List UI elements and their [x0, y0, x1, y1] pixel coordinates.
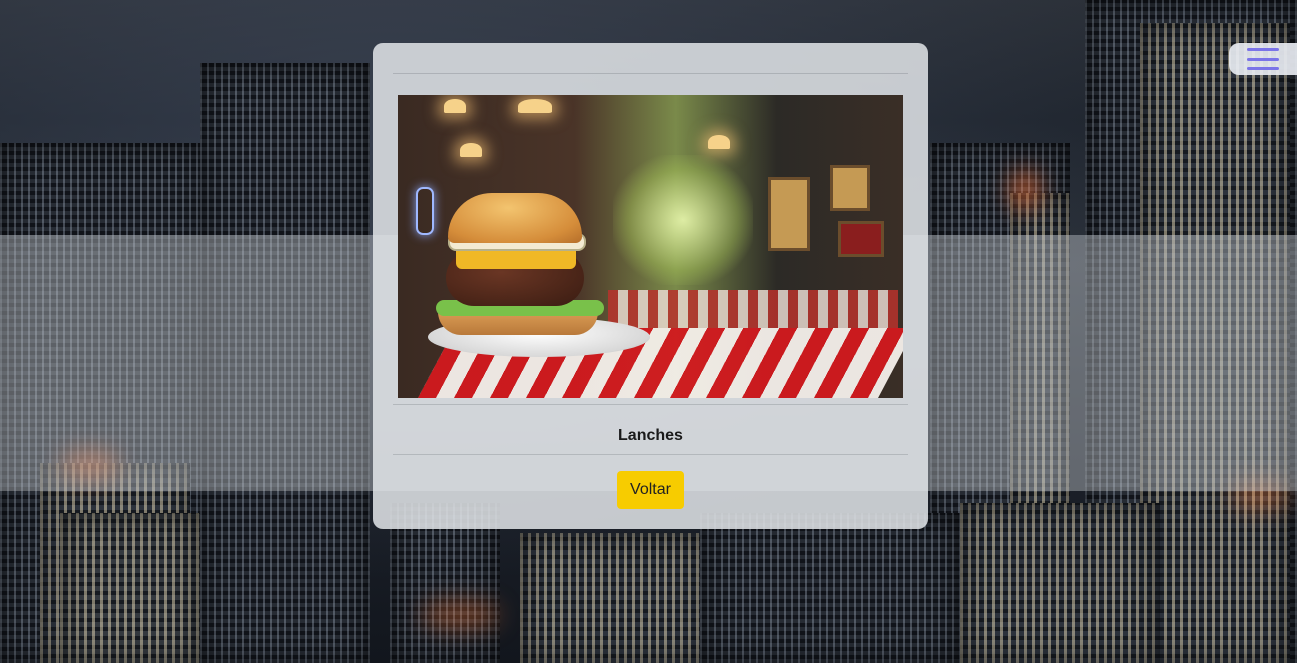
- product-card: Lanches Voltar: [373, 43, 928, 529]
- menu-toggle-button[interactable]: [1229, 43, 1297, 75]
- hamburger-menu-icon: [1247, 48, 1279, 70]
- card-header: [393, 43, 908, 74]
- card-title: Lanches: [618, 427, 683, 444]
- divider: [393, 454, 908, 455]
- burger-photo: [398, 95, 903, 398]
- back-button[interactable]: Voltar: [617, 471, 684, 509]
- divider: [393, 404, 908, 405]
